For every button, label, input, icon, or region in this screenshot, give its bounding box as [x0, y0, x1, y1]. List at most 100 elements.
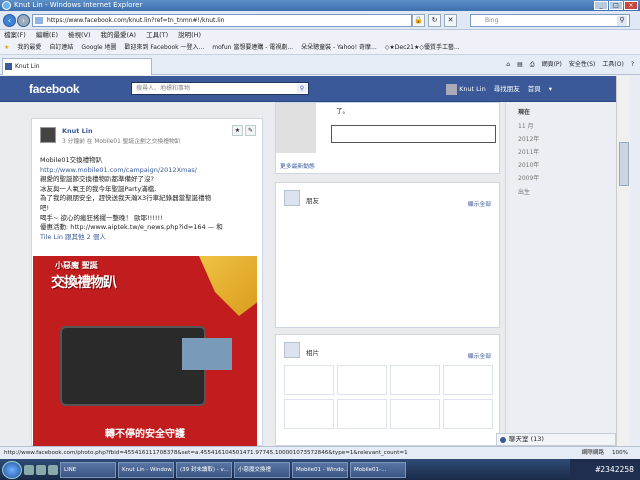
menu-favorites[interactable]: 我的最愛(A): [101, 30, 137, 41]
refresh-icon[interactable]: ↻: [428, 14, 441, 27]
timeline-item[interactable]: 11 月: [518, 121, 534, 130]
menu-edit[interactable]: 編輯(E): [36, 30, 58, 41]
favorite-link[interactable]: Google 地圖: [81, 41, 116, 54]
scrollbar-thumb[interactable]: [619, 142, 629, 186]
photo-thumbnail[interactable]: [390, 365, 440, 395]
page-content: Knut Lin 3 分鐘前 在 Mobile01 聖誕企劃之交換禮物趴 ★ ✎…: [0, 102, 616, 447]
maximize-button[interactable]: □: [609, 1, 623, 10]
stop-icon[interactable]: ✕: [444, 14, 457, 27]
taskbar-button[interactable]: 小惡魔交換禮: [234, 461, 290, 478]
menu-view[interactable]: 檢視(V): [68, 30, 91, 41]
timeline-item[interactable]: 現在: [518, 107, 530, 116]
menu-tools[interactable]: 工具(T): [146, 30, 168, 41]
lock-icon[interactable]: 🔒: [412, 14, 425, 27]
comment-input[interactable]: [331, 125, 496, 143]
favorites-button[interactable]: 我的最愛: [17, 41, 41, 54]
timeline-item[interactable]: 2011年: [518, 147, 539, 156]
avatar[interactable]: [40, 127, 56, 143]
help-icon[interactable]: ?: [631, 59, 634, 71]
taskbar-button[interactable]: Knut Lin - Window...: [118, 461, 174, 478]
favorite-link[interactable]: mofun 當想要連購 - 電視劇...: [212, 41, 293, 54]
post-line[interactable]: 優惠活動: http://www.aiptek.tw/e_news.php?id…: [40, 223, 258, 233]
chat-label: 聊天室 (13): [509, 435, 544, 443]
timeline-item[interactable]: 出生: [518, 187, 530, 196]
chat-bar[interactable]: 聊天室 (13): [496, 433, 616, 446]
forward-button[interactable]: ›: [17, 14, 30, 27]
search-icon[interactable]: ⚲: [617, 16, 627, 26]
activity-thumbnail[interactable]: [276, 103, 316, 153]
activity-card: 了。 更多最新動態: [275, 102, 500, 174]
timeline-item[interactable]: 2009年: [518, 173, 539, 182]
facebook-favicon-icon: [5, 63, 12, 70]
home-link[interactable]: 首頁: [528, 83, 541, 95]
taskbar-button[interactable]: LINE: [60, 461, 116, 478]
post-link[interactable]: http://www.mobile01.com/campaign/2012Xma…: [40, 166, 258, 176]
page-menu[interactable]: 網頁(P): [542, 59, 562, 71]
more-updates-link[interactable]: 更多最新動態: [280, 161, 315, 170]
tab-knut-lin[interactable]: Knut Lin: [2, 58, 152, 75]
feeds-icon[interactable]: ▤: [517, 59, 523, 71]
photo-thumbnail[interactable]: [337, 399, 387, 429]
photo-thumbnail[interactable]: [284, 399, 334, 429]
post-line: 吧!: [40, 203, 50, 212]
quicklaunch-icon[interactable]: [24, 464, 34, 475]
user-name: Knut Lin: [459, 85, 486, 93]
taskbar: LINE Knut Lin - Window... (39 封未讀取) - v.…: [0, 459, 640, 480]
favorite-link[interactable]: 自訂連結: [49, 41, 73, 54]
photo-thumbnail[interactable]: [443, 399, 493, 429]
friends-icon: [284, 190, 300, 206]
account-dropdown-icon[interactable]: ▾: [549, 83, 552, 95]
timeline-item[interactable]: 2010年: [518, 160, 539, 169]
safety-menu[interactable]: 安全性(S): [569, 59, 596, 71]
taskbar-button[interactable]: Mobile01-...: [350, 461, 406, 478]
tab-bar: Knut Lin ⌂ ▤ ⎙ 網頁(P) 安全性(S) 工具(O) ?: [0, 55, 640, 75]
search-input[interactable]: Bing ⚲: [470, 14, 630, 27]
post-line: 為了我的親朋安全，趕快送我天瀚X3行車紀錄器當聖誕禮物: [40, 194, 212, 203]
photo-thumbnail[interactable]: [443, 365, 493, 395]
taskbar-button[interactable]: (39 封未讀取) - v...: [176, 461, 232, 478]
page-scrollbar[interactable]: [616, 76, 630, 446]
minimize-button[interactable]: _: [594, 1, 608, 10]
quicklaunch-icon[interactable]: [48, 464, 58, 475]
photos-card: 相片 顯示全部: [275, 334, 500, 446]
photos-show-all[interactable]: 顯示全部: [468, 351, 491, 360]
facebook-logo[interactable]: facebook: [29, 82, 80, 96]
middle-column: 了。 更多最新動態 朋友 顯示全部 相片 顯示全部: [275, 102, 500, 446]
url-field[interactable]: https://www.facebook.com/knut.lin?ref=tn…: [32, 14, 412, 27]
back-button[interactable]: ‹: [3, 14, 16, 27]
profile-link[interactable]: Knut Lin: [446, 83, 486, 95]
start-button[interactable]: [2, 460, 22, 479]
post-image[interactable]: 小惡魔 聖誕 交換禮物趴 轉不停的安全守護: [33, 256, 257, 447]
friends-show-all[interactable]: 顯示全部: [468, 199, 491, 208]
photo-thumbnail[interactable]: [284, 365, 334, 395]
post-author[interactable]: Knut Lin: [62, 127, 93, 135]
favorite-link[interactable]: 歡迎來到 Facebook 一登入...: [125, 41, 205, 54]
quicklaunch-icon[interactable]: [36, 464, 46, 475]
star-icon[interactable]: ★: [232, 125, 243, 136]
tools-menu[interactable]: 工具(O): [602, 59, 623, 71]
facebook-search-input[interactable]: 搜尋人、地標和事物 ⚲: [131, 82, 309, 95]
photo-thumbnail[interactable]: [390, 399, 440, 429]
menu-bar: 檔案(F) 編輯(E) 檢視(V) 我的最愛(A) 工具(T) 說明(H): [0, 30, 640, 41]
photo-thumbnail[interactable]: [337, 365, 387, 395]
taskbar-button[interactable]: Mobile01 - Windo...: [292, 461, 348, 478]
menu-help[interactable]: 說明(H): [178, 30, 201, 41]
menu-file[interactable]: 檔案(F): [4, 30, 26, 41]
timeline-item[interactable]: 2012年: [518, 134, 539, 143]
find-friends-link[interactable]: 尋找朋友: [494, 83, 520, 95]
pencil-icon[interactable]: ✎: [245, 125, 256, 136]
favorite-link[interactable]: 朵朵聰童裝 - Yahoo! 奇摩...: [301, 41, 377, 54]
photos-title[interactable]: 相片: [306, 347, 319, 357]
facebook-search-placeholder: 搜尋人、地標和事物: [136, 85, 191, 92]
print-icon[interactable]: ⎙: [530, 59, 535, 71]
close-window-button[interactable]: ×: [624, 1, 638, 10]
post-meta: 3 分鐘前 在 Mobile01 聖誕企劃之交換禮物趴: [62, 139, 181, 145]
friends-title[interactable]: 朋友: [306, 195, 319, 205]
tagged-people[interactable]: Tile Lin 跟其他 2 個人: [40, 233, 258, 243]
tab-label: Knut Lin: [15, 63, 40, 70]
zoom-level[interactable]: 100%: [612, 447, 628, 459]
window-titlebar: Knut Lin - Windows Internet Explorer _ □…: [0, 0, 640, 11]
favorite-link[interactable]: ◇★Dec21★◇優質手工藝...: [385, 41, 460, 54]
home-icon[interactable]: ⌂: [506, 59, 510, 71]
search-icon[interactable]: ⚲: [297, 84, 307, 93]
